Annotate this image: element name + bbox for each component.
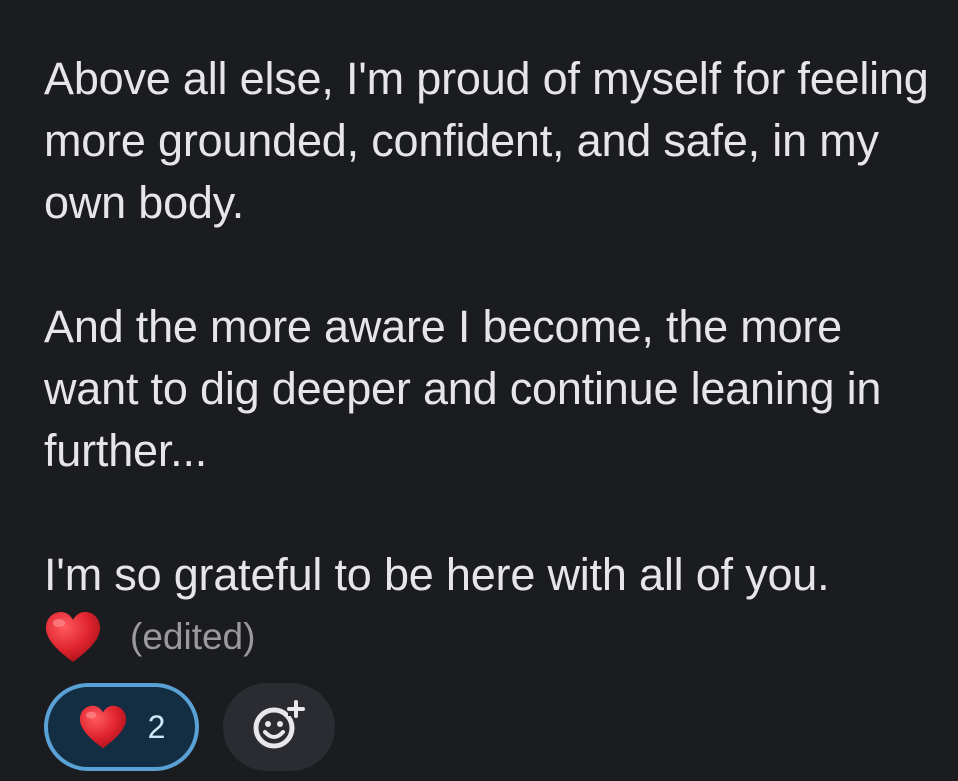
add-reaction-button[interactable] [223, 683, 335, 771]
message-paragraph-3: I'm so grateful to be here with all of y… [44, 549, 830, 600]
reaction-bar: 2 [44, 683, 335, 771]
add-reaction-icon [250, 696, 308, 759]
heart-reaction-button[interactable]: 2 [44, 683, 199, 771]
reaction-count: 2 [147, 708, 166, 745]
edited-label: (edited) [130, 616, 256, 657]
red-heart-icon [78, 704, 128, 750]
message-paragraph-2: And the more aware I become, the more wa… [44, 301, 882, 476]
message-tail: (edited) [44, 606, 944, 668]
message-body: Above all else, I'm proud of myself for … [44, 48, 944, 668]
red-heart-icon [44, 610, 102, 664]
message-paragraph-1: Above all else, I'm proud of myself for … [44, 53, 929, 228]
